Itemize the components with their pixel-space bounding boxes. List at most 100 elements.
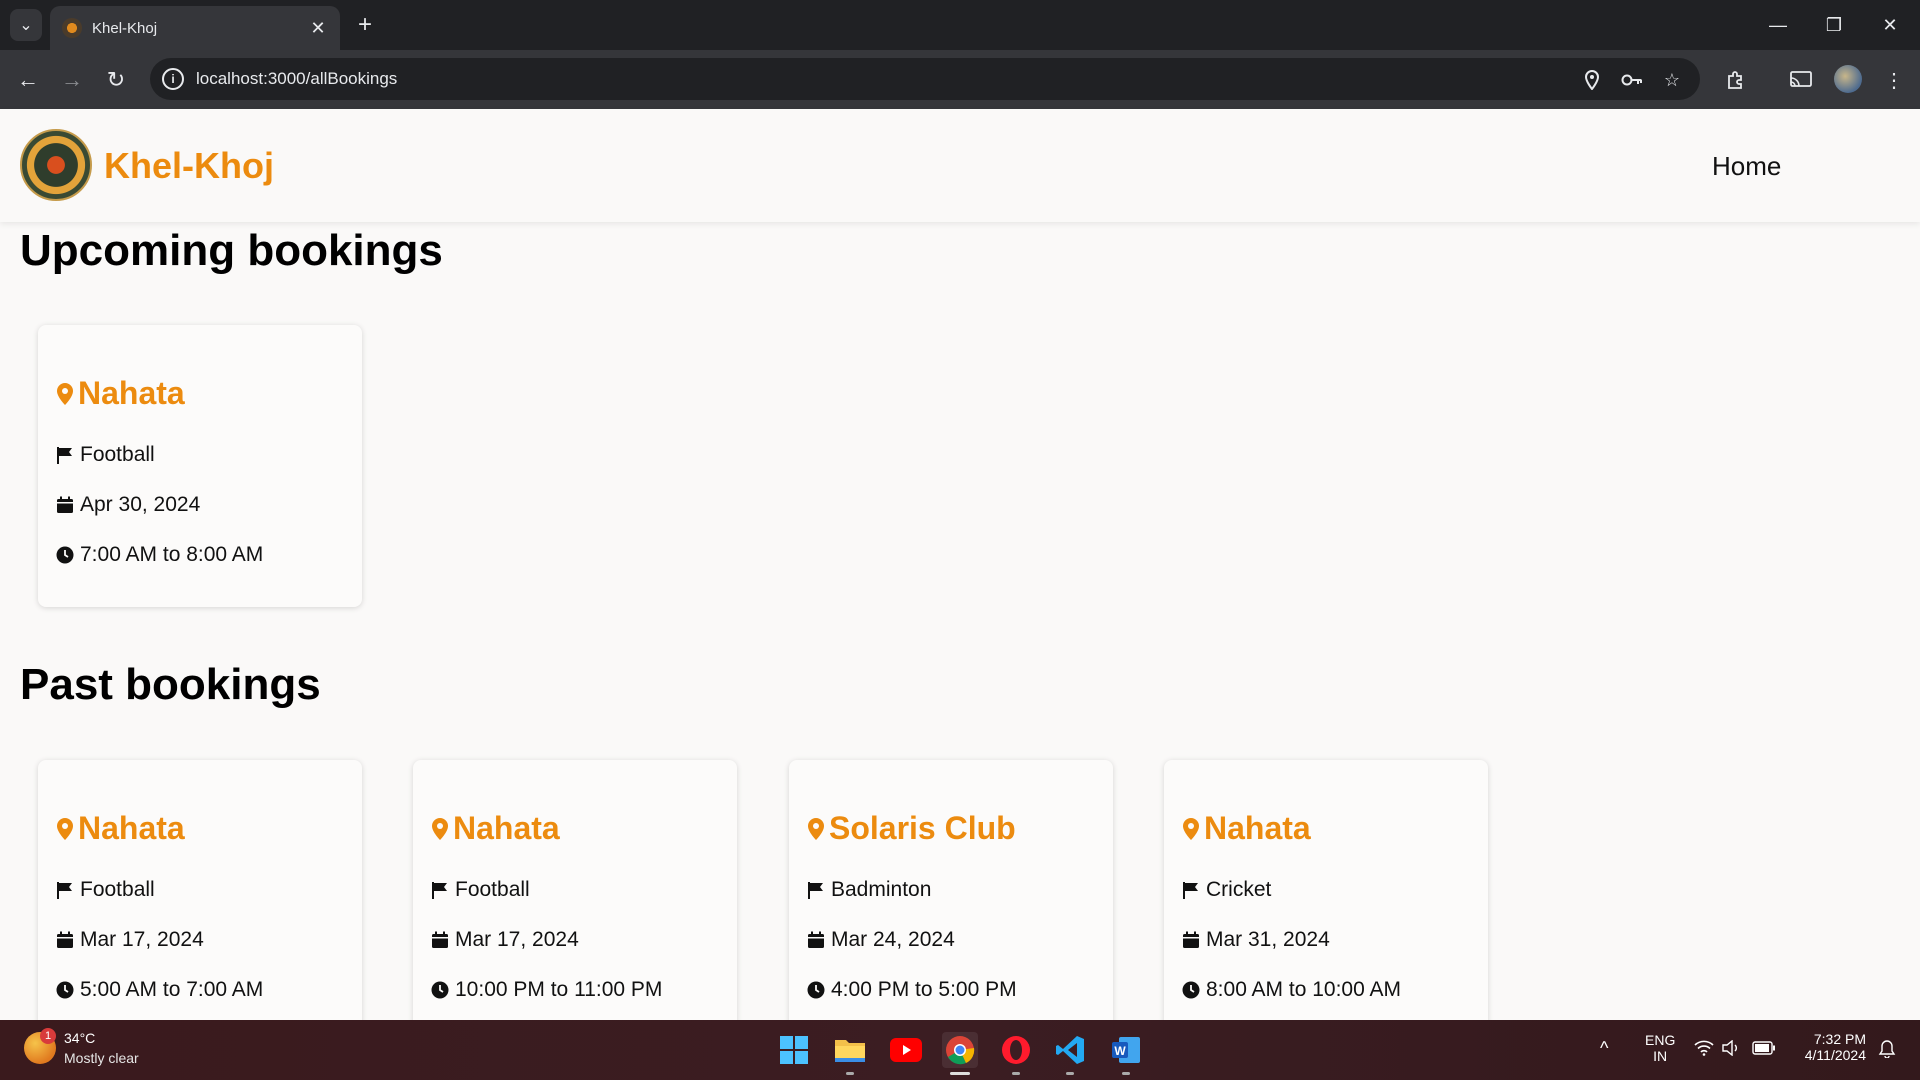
booking-venue: Nahata (1182, 810, 1311, 847)
booking-date: Mar 24, 2024 (807, 928, 955, 952)
booking-venue: Nahata (56, 810, 185, 847)
bookmark-star-icon[interactable]: ☆ (1660, 68, 1684, 92)
volume-icon[interactable] (1722, 1039, 1742, 1059)
upcoming-bookings-heading: Upcoming bookings (20, 226, 443, 275)
browser-toolbar: ← → ↻ i localhost:3000/allBookings ☆ ⋮ (0, 50, 1920, 109)
booking-date: Mar 17, 2024 (56, 928, 204, 952)
location-pin-icon[interactable] (1580, 68, 1604, 92)
tray-overflow-chevron-icon[interactable]: ^ (1600, 1038, 1608, 1059)
tab-search-chevron-icon[interactable]: ⌄ (10, 9, 42, 41)
password-key-icon[interactable] (1620, 68, 1644, 92)
restore-icon[interactable]: ❐ (1806, 0, 1862, 50)
browser-tab[interactable]: Khel-Khoj ✕ (50, 6, 340, 50)
minimize-icon[interactable]: — (1750, 0, 1806, 50)
date-text: Mar 24, 2024 (831, 928, 955, 951)
booking-time: 5:00 AM to 7:00 AM (56, 978, 263, 1002)
date-text: Mar 31, 2024 (1206, 928, 1330, 951)
chrome-active-indicator (950, 1072, 970, 1075)
vscode-running-indicator (1066, 1072, 1074, 1075)
vscode-icon[interactable] (1052, 1032, 1088, 1068)
booking-card[interactable]: Solaris Club Badminton Mar 24, 2024 4:00… (789, 760, 1113, 1042)
clock-icon (56, 981, 74, 999)
clock-icon (807, 981, 825, 999)
sport-name: Badminton (831, 878, 932, 901)
youtube-icon[interactable] (888, 1032, 924, 1068)
booking-card[interactable]: Nahata Football Mar 17, 2024 5:00 AM to … (38, 760, 362, 1042)
cast-icon[interactable] (1785, 64, 1817, 96)
language-code: ENG (1645, 1032, 1676, 1048)
booking-sport: Football (56, 443, 155, 467)
location-pin-icon (57, 382, 73, 405)
calendar-icon (57, 931, 73, 948)
date-text: Apr 30, 2024 (80, 493, 201, 516)
date-text: Mar 17, 2024 (80, 928, 204, 951)
calendar-icon (1183, 931, 1199, 948)
opera-icon[interactable] (998, 1032, 1034, 1068)
word-running-indicator (1122, 1072, 1130, 1075)
time-text: 4:00 PM to 5:00 PM (831, 978, 1017, 1001)
new-tab-plus-icon[interactable]: + (350, 10, 380, 40)
weather-badge: 1 (40, 1028, 56, 1044)
flag-icon (432, 882, 447, 899)
wifi-icon[interactable] (1694, 1040, 1714, 1059)
url-text[interactable]: localhost:3000/allBookings (196, 69, 397, 89)
nav-home-link[interactable]: Home (1712, 151, 1781, 182)
venue-name: Nahata (453, 810, 560, 846)
profile-avatar[interactable] (1834, 65, 1862, 93)
clock-icon (431, 981, 449, 999)
tab-close-icon[interactable]: ✕ (306, 16, 330, 40)
clock-icon (1182, 981, 1200, 999)
site-logo[interactable] (20, 129, 92, 201)
venue-name: Nahata (78, 375, 185, 411)
back-arrow-icon[interactable]: ← (12, 64, 44, 96)
weather-description[interactable]: Mostly clear (64, 1050, 139, 1066)
forward-arrow-icon[interactable]: → (56, 64, 88, 96)
reload-icon[interactable]: ↻ (100, 64, 132, 96)
booking-venue: Nahata (56, 375, 185, 412)
location-pin-icon (57, 817, 73, 840)
booking-sport: Badminton (807, 878, 931, 902)
flag-icon (57, 447, 72, 464)
sport-name: Football (455, 878, 530, 901)
file-explorer-icon[interactable] (832, 1032, 868, 1068)
language-indicator[interactable]: ENG IN (1645, 1032, 1675, 1064)
battery-icon[interactable] (1752, 1041, 1776, 1058)
booking-card[interactable]: Nahata Football Mar 17, 2024 10:00 PM to… (413, 760, 737, 1042)
location-pin-icon (1183, 817, 1199, 840)
clock-time: 7:32 PM (1813, 1031, 1866, 1047)
site-info-icon[interactable]: i (162, 68, 184, 90)
calendar-icon (808, 931, 824, 948)
sport-name: Football (80, 443, 155, 466)
date-text: Mar 17, 2024 (455, 928, 579, 951)
brand-name[interactable]: Khel-Khoj (104, 145, 274, 187)
opera-running-indicator (1012, 1072, 1020, 1075)
system-clock[interactable]: 7:32 PM 4/11/2024 (1796, 1031, 1866, 1063)
booking-venue: Solaris Club (807, 810, 1016, 847)
booking-time: 7:00 AM to 8:00 AM (56, 543, 263, 567)
svg-text:W: W (1114, 1044, 1126, 1058)
notification-bell-icon[interactable] (1878, 1040, 1896, 1061)
sport-name: Football (80, 878, 155, 901)
chrome-icon[interactable] (942, 1032, 978, 1068)
weather-temperature[interactable]: 34°C (64, 1030, 95, 1046)
word-icon[interactable]: W (1108, 1032, 1144, 1068)
booking-card[interactable]: Nahata Football Apr 30, 2024 7:00 AM to … (38, 325, 362, 607)
booking-time: 4:00 PM to 5:00 PM (807, 978, 1017, 1002)
booking-card[interactable]: Nahata Cricket Mar 31, 2024 8:00 AM to 1… (1164, 760, 1488, 1042)
time-text: 5:00 AM to 7:00 AM (80, 978, 264, 1001)
calendar-icon (432, 931, 448, 948)
tab-favicon (62, 18, 82, 38)
site-navbar: Khel-Khoj Home (0, 109, 1920, 222)
time-text: 10:00 PM to 11:00 PM (455, 978, 663, 1001)
tab-title: Khel-Khoj (92, 19, 158, 37)
booking-date: Mar 17, 2024 (431, 928, 579, 952)
address-bar[interactable]: i localhost:3000/allBookings ☆ (150, 58, 1700, 100)
booking-sport: Football (431, 878, 530, 902)
calendar-icon (57, 496, 73, 513)
close-window-icon[interactable]: ✕ (1862, 0, 1918, 50)
clock-icon (56, 546, 74, 564)
menu-kebab-icon[interactable]: ⋮ (1878, 64, 1910, 96)
windows-start-icon[interactable] (776, 1032, 812, 1068)
flag-icon (808, 882, 823, 899)
extensions-puzzle-icon[interactable] (1720, 64, 1752, 96)
